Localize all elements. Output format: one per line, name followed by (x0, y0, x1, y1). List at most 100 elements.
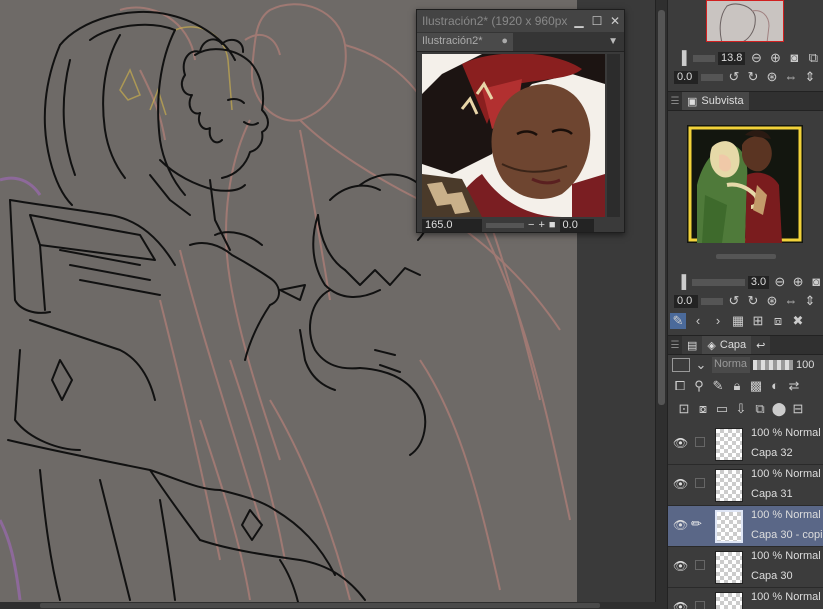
chevron-down-icon[interactable]: ▼ (608, 36, 618, 47)
fit-screen-icon[interactable]: ◙ (786, 50, 802, 66)
navigator-tab[interactable]: Ilustración2* ● (417, 32, 513, 51)
eye-icon[interactable]: 👁︎ (673, 518, 689, 532)
scrollbar-thumb[interactable] (40, 603, 600, 608)
layer-property-tab[interactable]: ▤ (682, 336, 703, 354)
layer-row[interactable]: 👁︎ 100 % Normal Capa 32 (668, 424, 823, 465)
eye-icon[interactable]: 👁︎ (673, 436, 689, 450)
navigator-zoom-value[interactable]: 13.8 (718, 51, 746, 65)
blend-mode-select[interactable]: Norma (712, 357, 750, 373)
layer-row[interactable]: 👁︎ ✏︎ 100 % Normal Capa 30 - copia (668, 506, 823, 547)
zoom-in-icon[interactable]: ⊕ (767, 50, 783, 66)
next-icon[interactable]: › (710, 313, 726, 329)
navigator-zoom-value[interactable]: 165.0 (422, 218, 482, 232)
draft-layer-icon[interactable]: ✎ (710, 378, 726, 394)
reference-layer-icon[interactable]: ⚲ (691, 378, 707, 394)
navigator-zoom-slider[interactable] (486, 222, 524, 228)
new-folder-icon[interactable]: ▭ (714, 401, 730, 417)
subview-rotation-value[interactable]: 0.0 (674, 294, 698, 308)
opacity-slider[interactable] (753, 360, 793, 370)
zoom-in-icon[interactable]: ⊕ (790, 274, 805, 290)
eye-icon[interactable]: 👁︎ (673, 559, 689, 573)
navigator-preview[interactable] (422, 54, 605, 217)
grid-view-icon[interactable]: ▦ (730, 313, 746, 329)
lock-checkbox[interactable] (695, 478, 705, 488)
flip-vertical-icon[interactable]: ⇕ (802, 69, 818, 85)
layer-color-swap-icon[interactable]: ⇄ (786, 378, 802, 394)
minimize-icon[interactable]: ▁ (570, 14, 588, 28)
lock-icon[interactable]: 🔒︎ (729, 378, 745, 394)
flip-vertical-icon[interactable]: ⇕ (802, 293, 818, 309)
layer-name[interactable]: Capa 31 (751, 488, 793, 500)
rotate-left-icon[interactable]: ↺ (726, 69, 742, 85)
lock-checkbox[interactable] (695, 560, 705, 570)
rotate-right-icon[interactable]: ↻ (745, 69, 761, 85)
zoom-in-button[interactable]: + (538, 219, 544, 231)
zoom-out-icon[interactable]: ⊖ (772, 274, 787, 290)
delete-layer-icon[interactable]: ⊟ (790, 401, 806, 417)
fit-screen-icon[interactable]: ◙ (809, 274, 823, 290)
reset-rotation-icon[interactable]: ⊛ (764, 293, 780, 309)
reset-rotation-icon[interactable]: ⊛ (764, 69, 780, 85)
canvas-vertical-scrollbar[interactable] (655, 0, 667, 602)
copy-view-icon[interactable]: ⧉ (805, 50, 821, 66)
navigator-rotation-value[interactable]: 0.0 (559, 218, 594, 232)
rotation-slider[interactable] (701, 297, 723, 305)
lock-transparency-icon[interactable]: ▩ (748, 378, 764, 394)
chevron-down-icon[interactable]: ⌄ (693, 357, 709, 373)
layer-row[interactable]: 👁︎ 100 % Normal (668, 588, 823, 609)
subview-scrollbar[interactable] (668, 253, 823, 259)
opacity-value[interactable]: 100 (796, 359, 814, 371)
open-folder-icon[interactable]: ⊞ (750, 313, 766, 329)
subview-zoom-slider[interactable] (692, 278, 745, 286)
rotate-left-icon[interactable]: ↺ (726, 293, 742, 309)
close-icon[interactable]: ✕ (606, 14, 624, 28)
subview-zoom-value[interactable]: 3.0 (747, 275, 770, 289)
portrait-preview-image (422, 54, 605, 217)
lock-checkbox[interactable] (695, 437, 705, 447)
apply-mask-icon[interactable]: ⬤ (771, 401, 787, 417)
transfer-down-icon[interactable]: ⇩ (733, 401, 749, 417)
flip-horizontal-icon[interactable]: ⇔ (783, 293, 799, 309)
scrollbar-thumb[interactable] (658, 10, 665, 405)
navigator-rotation-value[interactable]: 0.0 (674, 70, 698, 84)
layer-row[interactable]: 👁︎ 100 % Normal Capa 31 (668, 465, 823, 506)
layer-name[interactable]: Capa 32 (751, 447, 793, 459)
navigator-zoom-slider[interactable] (693, 54, 715, 62)
eye-icon[interactable]: 👁︎ (673, 600, 689, 609)
merge-down-icon[interactable]: ⧉ (752, 401, 768, 417)
new-vector-layer-icon[interactable]: ⧇ (695, 401, 711, 417)
navigator-scrollbar[interactable] (607, 54, 620, 217)
new-raster-layer-icon[interactable]: ⊡ (676, 401, 692, 417)
import-image-icon[interactable]: ⧈ (770, 313, 786, 329)
navigator-titlebar[interactable]: Ilustración2* (1920 x 960px ▁ ☐ ✕ (417, 10, 624, 32)
zoom-handle-icon[interactable]: ▐ (674, 274, 689, 290)
delete-icon[interactable]: ✖ (790, 313, 806, 329)
fit-icon[interactable]: ■ (549, 219, 556, 231)
eyedropper-icon[interactable]: ✎ (670, 313, 686, 329)
rotate-right-icon[interactable]: ↻ (745, 293, 761, 309)
previous-icon[interactable]: ‹ (690, 313, 706, 329)
drag-handle-icon[interactable]: ☰ (668, 340, 682, 351)
eye-icon[interactable]: 👁︎ (673, 477, 689, 491)
flip-horizontal-icon[interactable]: ⇔ (783, 69, 799, 85)
layer-name[interactable]: Capa 30 - copia (751, 529, 823, 541)
history-tab[interactable]: ↩ (751, 336, 771, 354)
scrollbar-thumb[interactable] (716, 253, 776, 259)
layer-tab[interactable]: ◈ Capa (702, 336, 752, 354)
mask-icon[interactable]: ◐ (767, 378, 783, 394)
canvas-horizontal-scrollbar[interactable] (0, 602, 667, 609)
zoom-out-button[interactable]: − (528, 219, 534, 231)
layer-name[interactable]: Capa 30 (751, 570, 793, 582)
zoom-handle-icon[interactable]: ▐ (674, 50, 690, 66)
drag-handle-icon[interactable]: ☰ (668, 96, 682, 107)
layer-blend-mode: 100 % Normal (751, 509, 821, 521)
lock-checkbox[interactable] (695, 601, 705, 609)
layer-row[interactable]: 👁︎ 100 % Normal Capa 30 (668, 547, 823, 588)
subview-tab[interactable]: ▣ Subvista (682, 92, 749, 110)
rotation-slider[interactable] (701, 73, 723, 81)
layer-color-icon[interactable] (672, 358, 690, 372)
subview-reference-image[interactable] (687, 125, 803, 243)
zoom-out-icon[interactable]: ⊖ (748, 50, 764, 66)
clip-layer-icon[interactable]: ⧠ (672, 378, 688, 394)
maximize-icon[interactable]: ☐ (588, 14, 606, 28)
